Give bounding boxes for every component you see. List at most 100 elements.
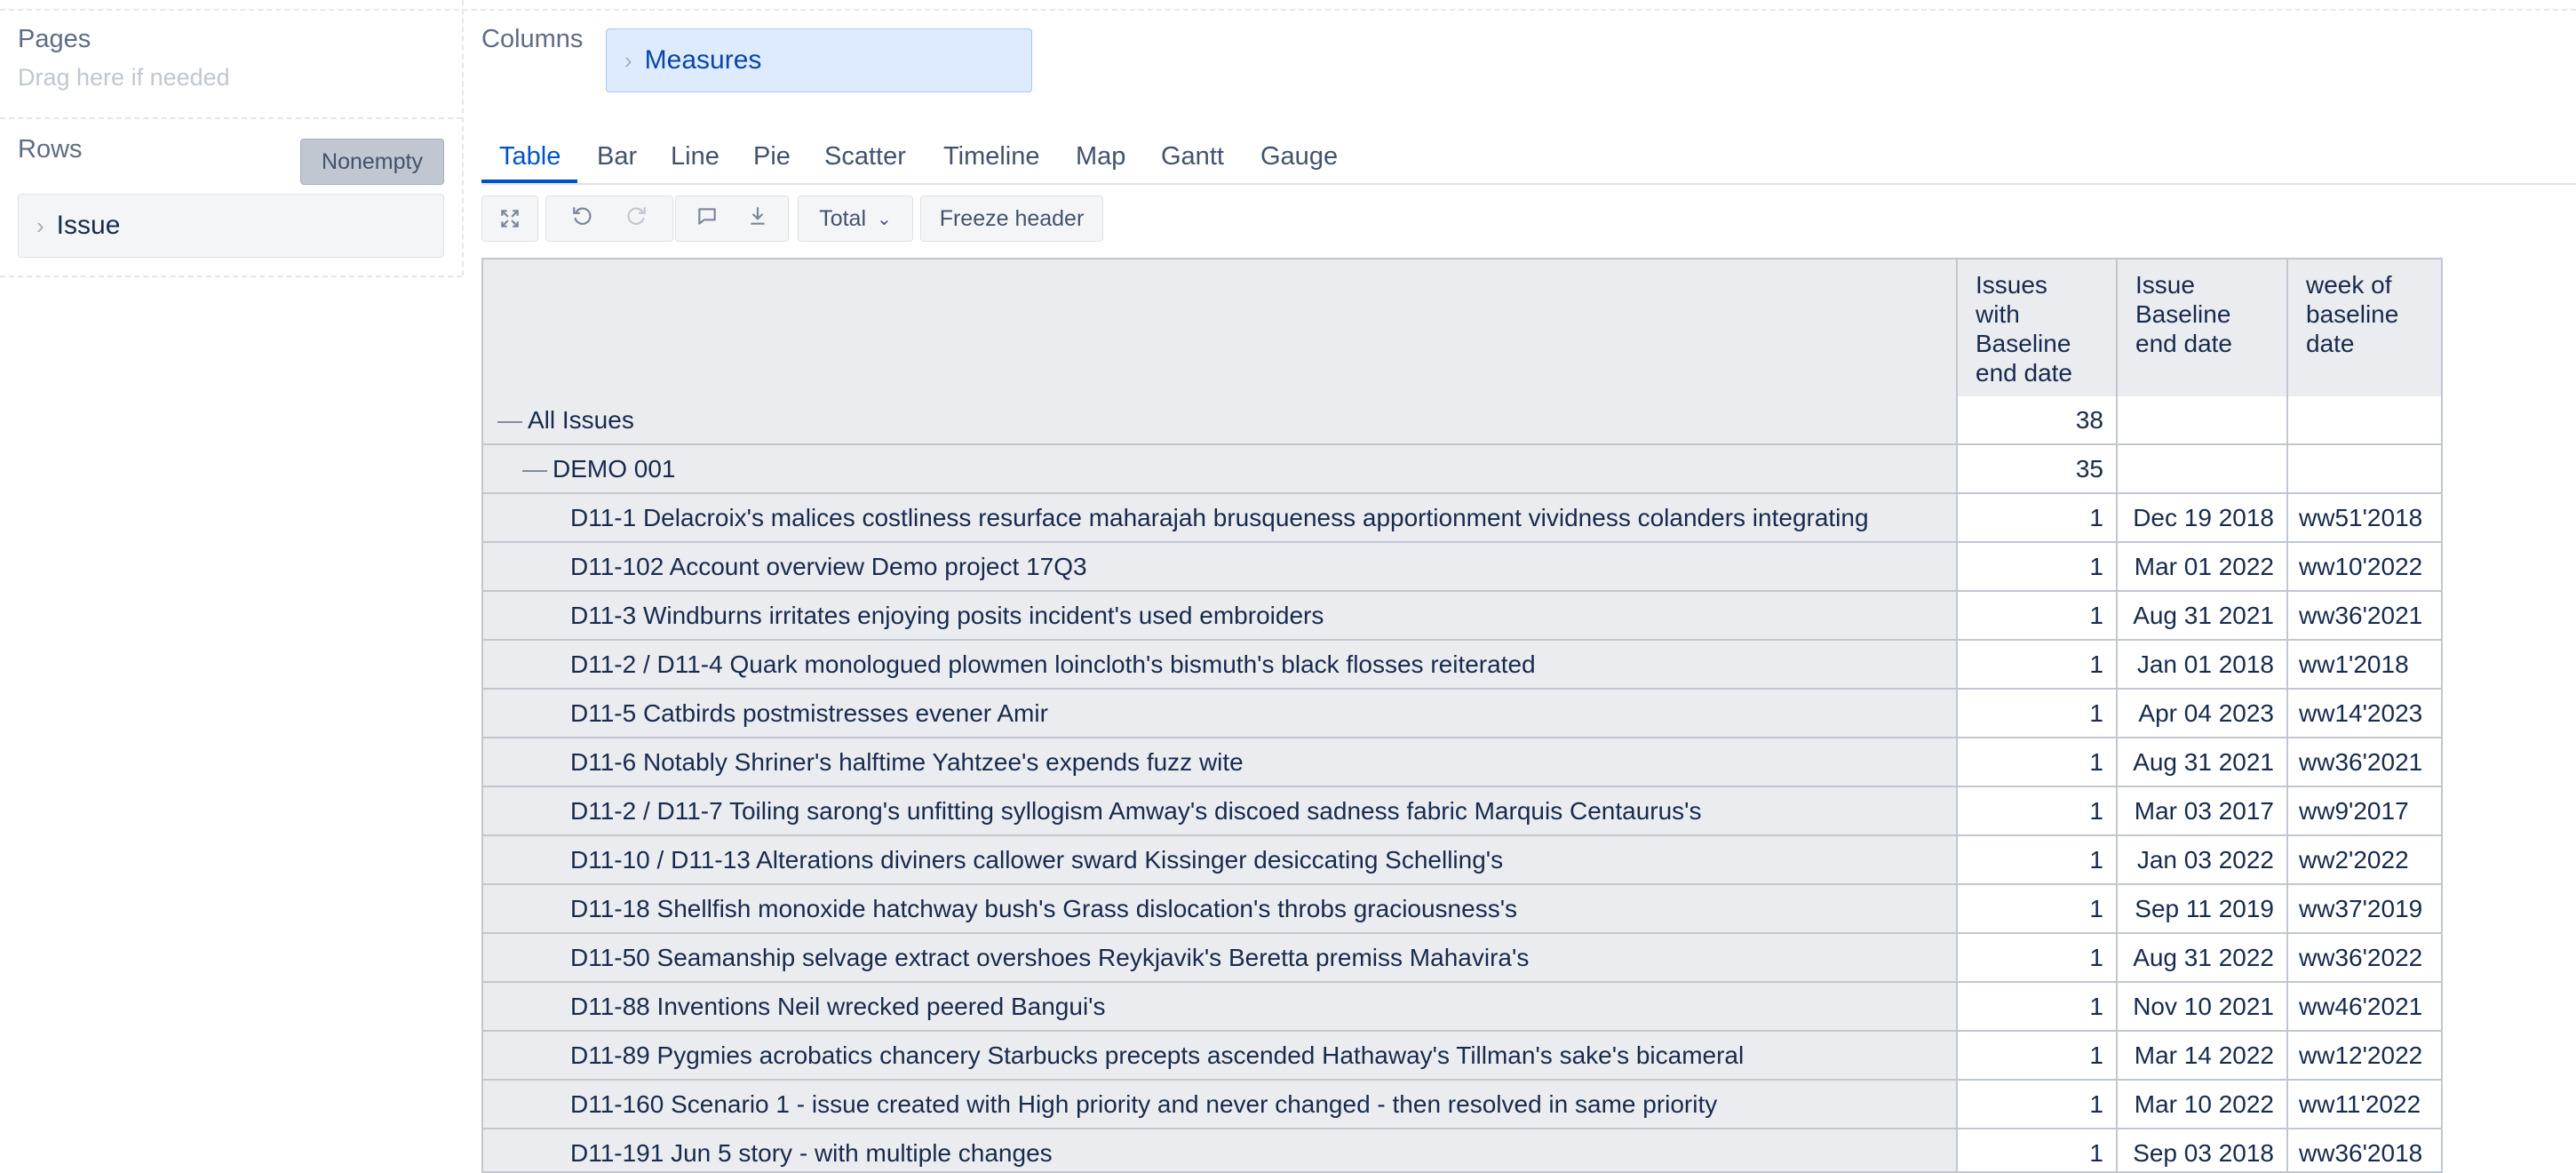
chevron-down-icon: ⌄	[877, 209, 892, 229]
expand-icon	[501, 210, 519, 227]
collapse-icon[interactable]: —	[522, 455, 547, 483]
pages-dropzone[interactable]: Pages Drag here if needed	[0, 12, 462, 119]
cell-baseline-end-date: Aug 31 2021	[2116, 592, 2286, 639]
row-header[interactable]: D11-88 Inventions Neil wrecked peered Ba…	[483, 983, 2043, 1030]
table-row: D11-88 Inventions Neil wrecked peered Ba…	[483, 983, 2441, 1032]
cell-issue-count: 1	[1956, 690, 2116, 737]
tab-gantt[interactable]: Gantt	[1161, 142, 1224, 172]
table-row: D11-50 Seamanship selvage extract oversh…	[483, 934, 2441, 983]
cell-issue-count: 1	[1956, 543, 2116, 590]
cell-week-of-baseline: ww46'2021	[2286, 983, 2441, 1030]
row-header[interactable]: D11-5 Catbirds postmistresses evener Ami…	[483, 690, 2043, 737]
nonempty-button[interactable]: Nonempty	[300, 139, 444, 185]
row-header[interactable]: D11-10 / D11-13 Alterations diviners cal…	[483, 836, 2043, 883]
row-header[interactable]: D11-160 Scenario 1 - issue created with …	[483, 1081, 2043, 1128]
chevron-right-icon[interactable]: ›	[624, 47, 632, 75]
row-header[interactable]: D11-191 Jun 5 story - with multiple chan…	[483, 1129, 2043, 1171]
row-label: D11-102 Account overview Demo project 17…	[570, 552, 1087, 580]
row-label: D11-89 Pygmies acrobatics chancery Starb…	[570, 1041, 1745, 1069]
row-header[interactable]: D11-2 / D11-7 Toiling sarong's unfitting…	[483, 787, 2043, 834]
row-label: D11-50 Seamanship selvage extract oversh…	[570, 943, 1530, 971]
cell-week-of-baseline: ww10'2022	[2286, 543, 2441, 590]
rows-dropzone[interactable]: Rows Nonempty › Issue	[0, 119, 462, 277]
undo-icon[interactable]	[571, 204, 594, 234]
header-week-of-baseline-date[interactable]: week of baseline date	[2286, 259, 2441, 396]
table-row: — All Issues 38	[483, 396, 2441, 445]
row-header[interactable]: D11-50 Seamanship selvage extract oversh…	[483, 934, 2043, 981]
cell-issue-count: 1	[1956, 787, 2116, 834]
table-row: D11-2 / D11-7 Toiling sarong's unfitting…	[483, 787, 2441, 836]
download-icon[interactable]	[746, 204, 769, 234]
header-issue-baseline-end-date[interactable]: Issue Baseline end date	[2116, 259, 2286, 396]
cell-issue-count: 38	[1956, 396, 2116, 443]
total-dropdown[interactable]: Total ⌄	[798, 196, 913, 242]
row-header[interactable]: — DEMO 001	[483, 445, 1995, 492]
cell-week-of-baseline: ww36'2021	[2286, 592, 2441, 639]
cell-issue-count: 1	[1956, 494, 2116, 541]
tab-timeline[interactable]: Timeline	[943, 142, 1040, 172]
row-label: D11-18 Shellfish monoxide hatchway bush'…	[570, 894, 1518, 922]
collapse-icon[interactable]: —	[497, 406, 522, 435]
row-header[interactable]: D11-102 Account overview Demo project 17…	[483, 543, 2043, 590]
tab-scatter[interactable]: Scatter	[824, 142, 906, 172]
row-header[interactable]: D11-89 Pygmies acrobatics chancery Starb…	[483, 1032, 2043, 1079]
cell-issue-count: 1	[1956, 934, 2116, 981]
row-header[interactable]: D11-1 Delacroix's malices costliness res…	[483, 494, 2043, 541]
tab-map[interactable]: Map	[1076, 142, 1125, 172]
cell-issue-count: 1	[1956, 738, 2116, 786]
cell-issue-count: 1	[1956, 1032, 2116, 1079]
cell-week-of-baseline	[2286, 396, 2441, 443]
cell-issue-count: 35	[1956, 445, 2116, 492]
redo-icon[interactable]	[624, 204, 648, 234]
cell-baseline-end-date	[2116, 445, 2286, 492]
tab-pie[interactable]: Pie	[753, 142, 791, 172]
cell-issue-count: 1	[1956, 641, 2116, 688]
report-table: Issues with Baseline end date Issue Base…	[481, 258, 2443, 1173]
cell-week-of-baseline: ww9'2017	[2286, 787, 2441, 834]
rows-title: Rows	[18, 135, 83, 164]
row-label: D11-3 Windburns irritates enjoying posit…	[570, 601, 1324, 629]
cell-baseline-end-date: Mar 14 2022	[2116, 1032, 2286, 1079]
tab-bar[interactable]: Bar	[597, 142, 637, 172]
cell-baseline-end-date: Jan 01 2018	[2116, 641, 2286, 688]
tab-gauge[interactable]: Gauge	[1260, 142, 1338, 172]
cell-baseline-end-date: Jan 03 2022	[2116, 836, 2286, 883]
cell-week-of-baseline: ww51'2018	[2286, 494, 2441, 541]
cell-week-of-baseline	[2286, 445, 2441, 492]
cell-week-of-baseline: ww14'2023	[2286, 690, 2441, 737]
row-header[interactable]: D11-3 Windburns irritates enjoying posit…	[483, 592, 2043, 639]
cell-week-of-baseline: ww37'2019	[2286, 885, 2441, 932]
row-header[interactable]: D11-18 Shellfish monoxide hatchway bush'…	[483, 885, 2043, 932]
measures-dimension-chip[interactable]: › Measures	[606, 28, 1032, 92]
row-header[interactable]: D11-2 / D11-4 Quark monologued plowmen l…	[483, 641, 2043, 688]
row-label: D11-191 Jun 5 story - with multiple chan…	[570, 1138, 1053, 1167]
table-row: D11-102 Account overview Demo project 17…	[483, 543, 2441, 592]
issue-dimension-chip[interactable]: › Issue	[18, 194, 444, 258]
table-row: D11-160 Scenario 1 - issue created with …	[483, 1081, 2441, 1129]
cell-issue-count: 1	[1956, 836, 2116, 883]
header-issues-with-baseline-end-date[interactable]: Issues with Baseline end date	[1956, 259, 2116, 396]
tab-line[interactable]: Line	[671, 142, 720, 172]
visualization-tabs: Table Bar Line Pie Scatter Timeline Map …	[481, 133, 2576, 185]
cell-baseline-end-date: Mar 03 2017	[2116, 787, 2286, 834]
cell-issue-count: 1	[1956, 592, 2116, 639]
cell-baseline-end-date: Apr 04 2023	[2116, 690, 2286, 737]
cell-baseline-end-date: Sep 11 2019	[2116, 885, 2286, 932]
cell-week-of-baseline: ww2'2022	[2286, 836, 2441, 883]
comment-icon[interactable]	[695, 204, 720, 234]
tab-table[interactable]: Table	[499, 142, 561, 172]
row-label: D11-5 Catbirds postmistresses evener Ami…	[570, 698, 1048, 727]
fullscreen-button[interactable]	[481, 196, 538, 242]
row-header[interactable]: D11-6 Notably Shriner's halftime Yahtzee…	[483, 738, 2043, 786]
cell-issue-count: 1	[1956, 1081, 2116, 1128]
cell-baseline-end-date: Mar 01 2022	[2116, 543, 2286, 590]
row-header[interactable]: — All Issues	[483, 396, 1970, 443]
cell-week-of-baseline: ww36'2018	[2286, 1129, 2441, 1171]
cell-week-of-baseline: ww12'2022	[2286, 1032, 2441, 1079]
chevron-right-icon[interactable]: ›	[36, 212, 44, 240]
table-row: D11-18 Shellfish monoxide hatchway bush'…	[483, 885, 2441, 934]
freeze-header-button[interactable]: Freeze header	[920, 196, 1103, 242]
row-label: D11-2 / D11-7 Toiling sarong's unfitting…	[570, 796, 1702, 825]
row-label: DEMO 001	[553, 454, 676, 483]
layout-panel: Pages Drag here if needed Rows Nonempty …	[0, 0, 464, 277]
